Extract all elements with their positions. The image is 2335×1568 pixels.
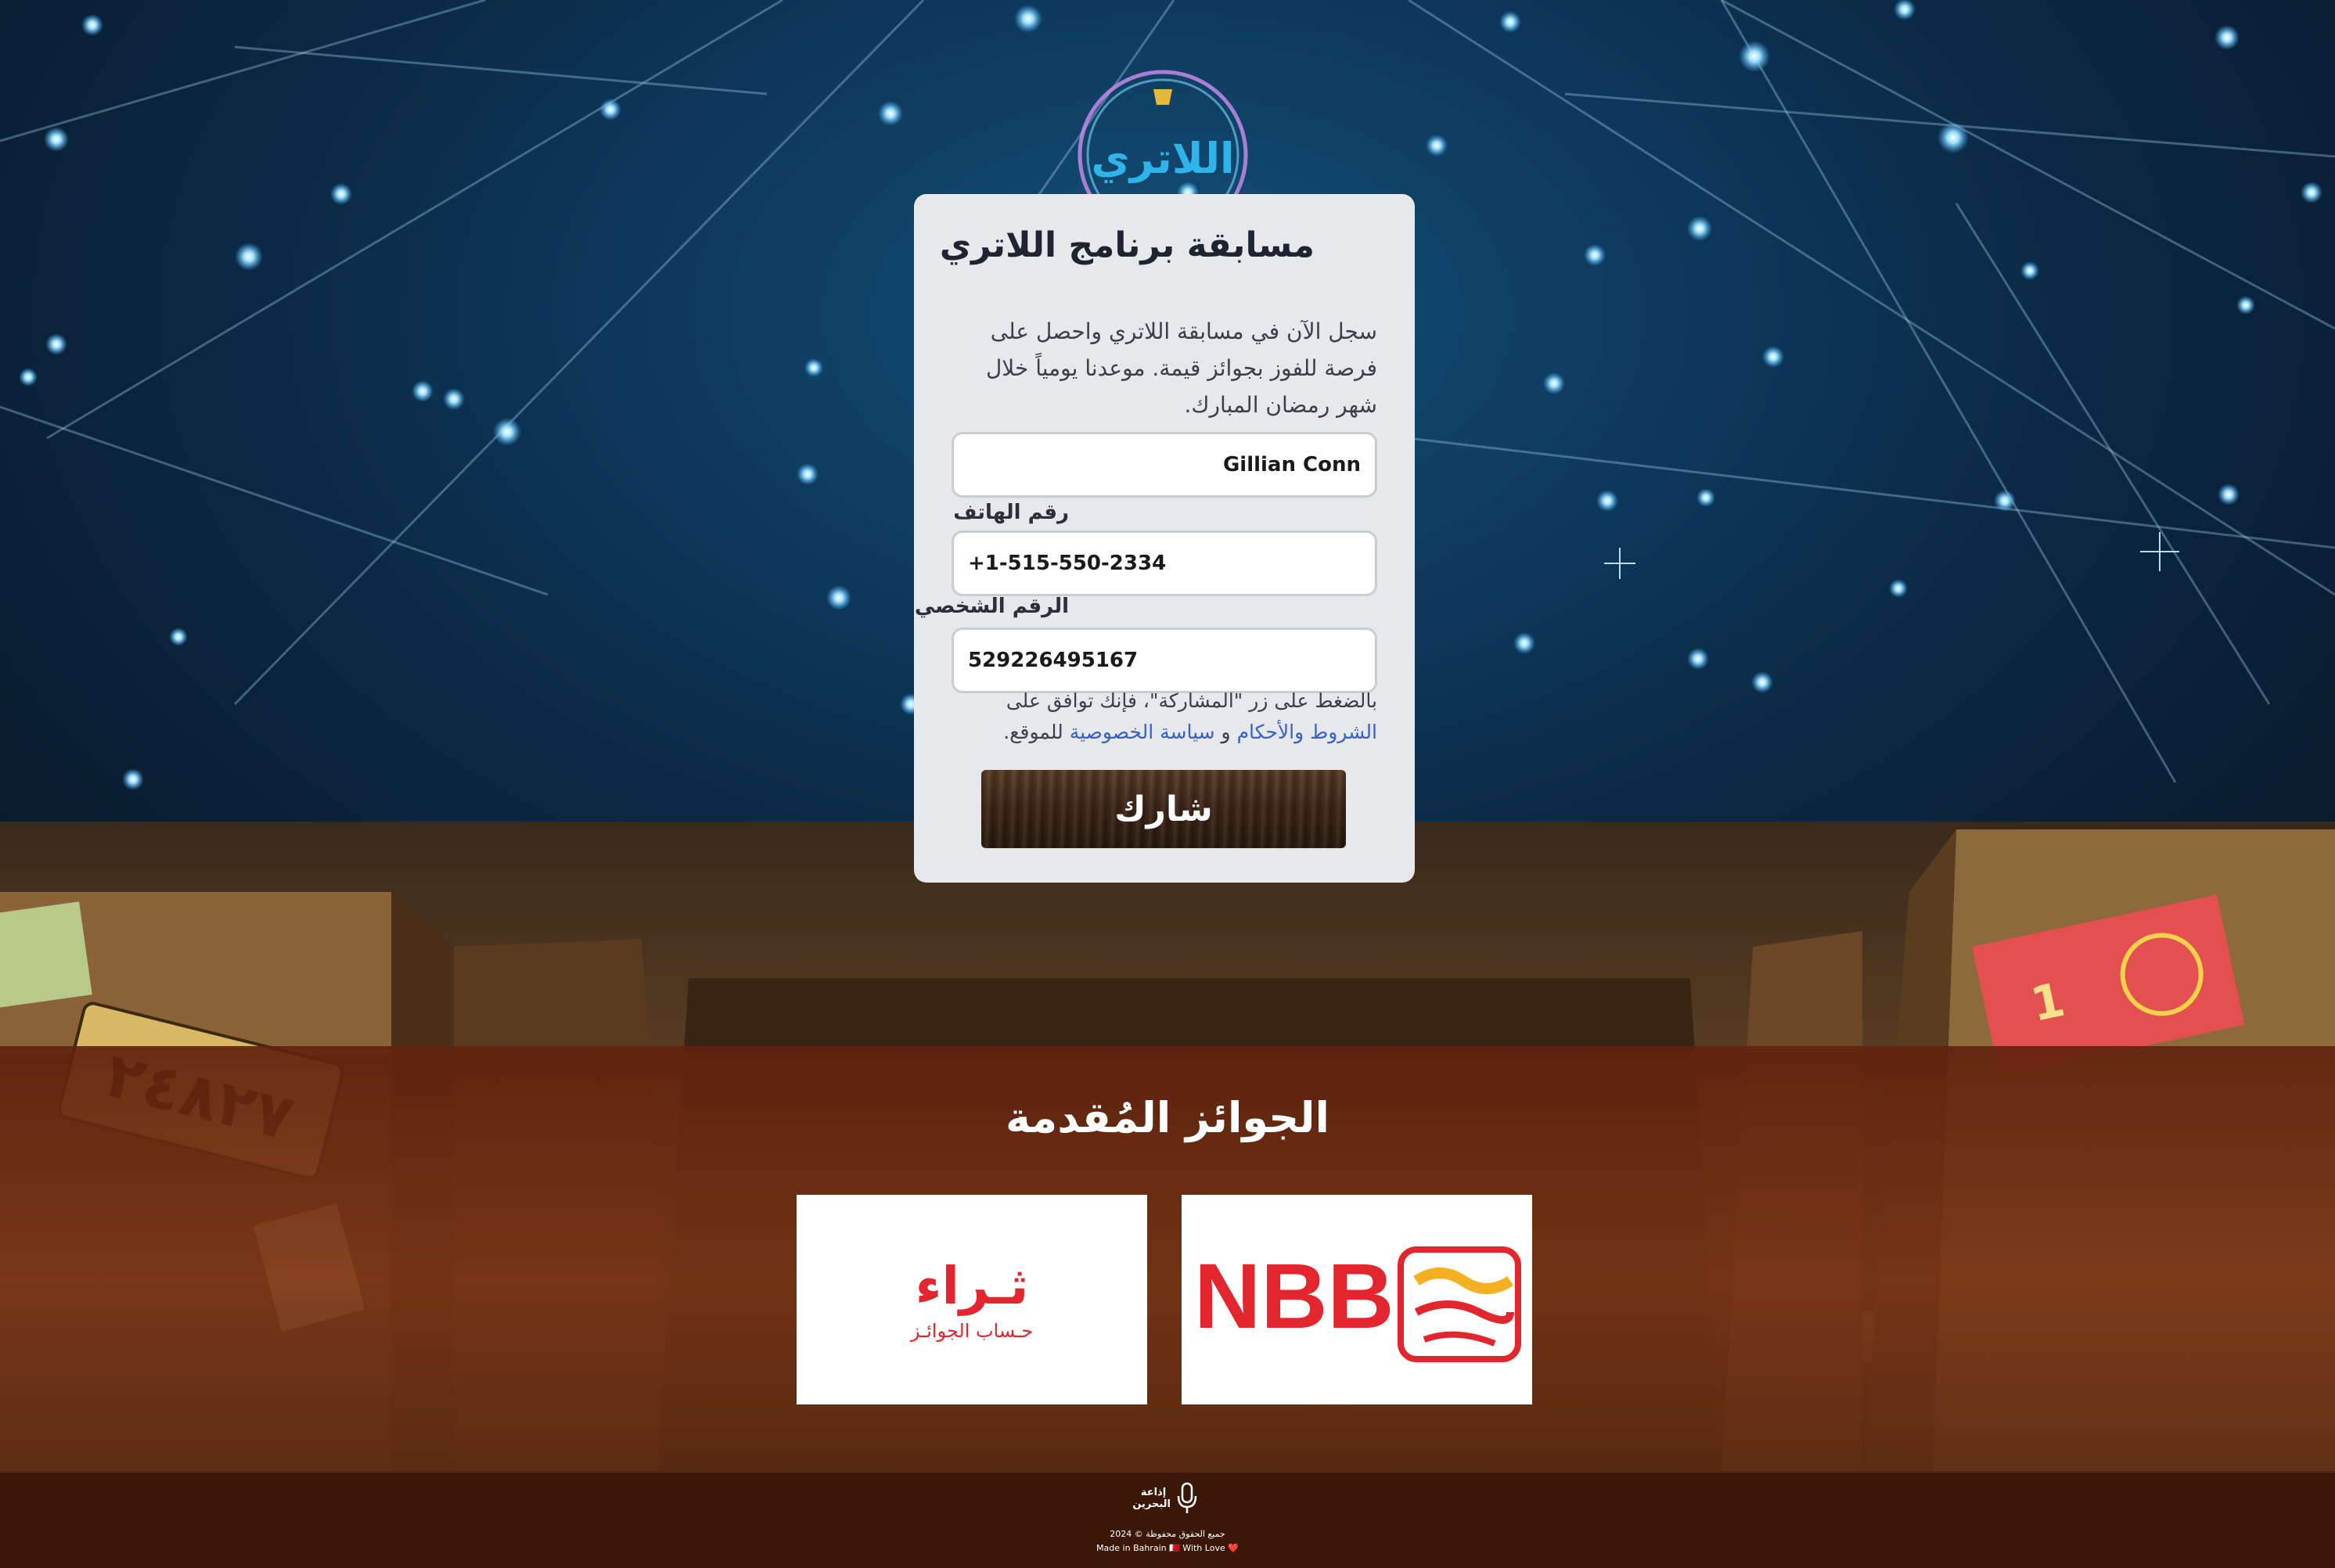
name-input[interactable] (952, 432, 1377, 498)
id-number-input[interactable] (952, 628, 1377, 693)
id-label: الرقم الشخصي (914, 595, 1069, 618)
legal-prefix: بالضغط على زر "المشاركة"، فإنك توافق على (1006, 689, 1377, 712)
phone-label: رقم الهاتف (953, 501, 1069, 524)
svg-text:اللاتري: اللاتري (1091, 134, 1234, 183)
registration-form: مسابقة برنامج اللاتري سجل الآن في مسابقة… (914, 194, 1415, 883)
nbb-logo-text: NBB (1194, 1245, 1394, 1348)
prizes-title: الجوائز المُقدمة (1006, 1093, 1329, 1142)
thraa-logo-text: ثـراء (915, 1256, 1029, 1316)
legal-and: و (1221, 721, 1231, 743)
footer-brand: إذاعة البحرين (0, 1482, 2335, 1515)
terms-link[interactable]: الشروط والأحكام (1237, 721, 1377, 743)
privacy-link[interactable]: سياسة الخصوصية (1070, 721, 1215, 743)
sponsor-card-thraa[interactable]: ثـراء حـساب الجوائـز (797, 1195, 1147, 1404)
prizes-section: الجوائز المُقدمة NBB ثـراء حـساب الجوائـ… (0, 1046, 2335, 1473)
submit-button[interactable]: شارك (981, 770, 1346, 848)
nbb-arabic-mark (1398, 1246, 1521, 1362)
microphone-icon (1177, 1482, 1197, 1513)
thraa-logo-subtitle: حـساب الجوائـز (910, 1320, 1034, 1342)
station-name: إذاعة البحرين (1132, 1487, 1171, 1510)
made-in-text: Made in Bahrain 🇧🇭 With Love ❤️ (1096, 1543, 1239, 1553)
nbb-logo: NBB (1194, 1245, 1521, 1362)
phone-input[interactable] (952, 530, 1377, 596)
form-description: سجل الآن في مسابقة اللاتري واحصل على فرص… (985, 318, 1377, 418)
sponsor-card-nbb[interactable]: NBB (1182, 1195, 1532, 1404)
form-title: مسابقة برنامج اللاتري (939, 225, 1315, 265)
legal-notice: بالضغط على زر "المشاركة"، فإنك توافق على… (939, 685, 1377, 748)
legal-suffix: للموقع. (1003, 721, 1063, 743)
copyright-text: جميع الحقوق محفوظة © 2024 (1110, 1529, 1225, 1539)
footer: إذاعة البحرين جميع الحقوق محفوظة © 2024 … (0, 1473, 2335, 1568)
